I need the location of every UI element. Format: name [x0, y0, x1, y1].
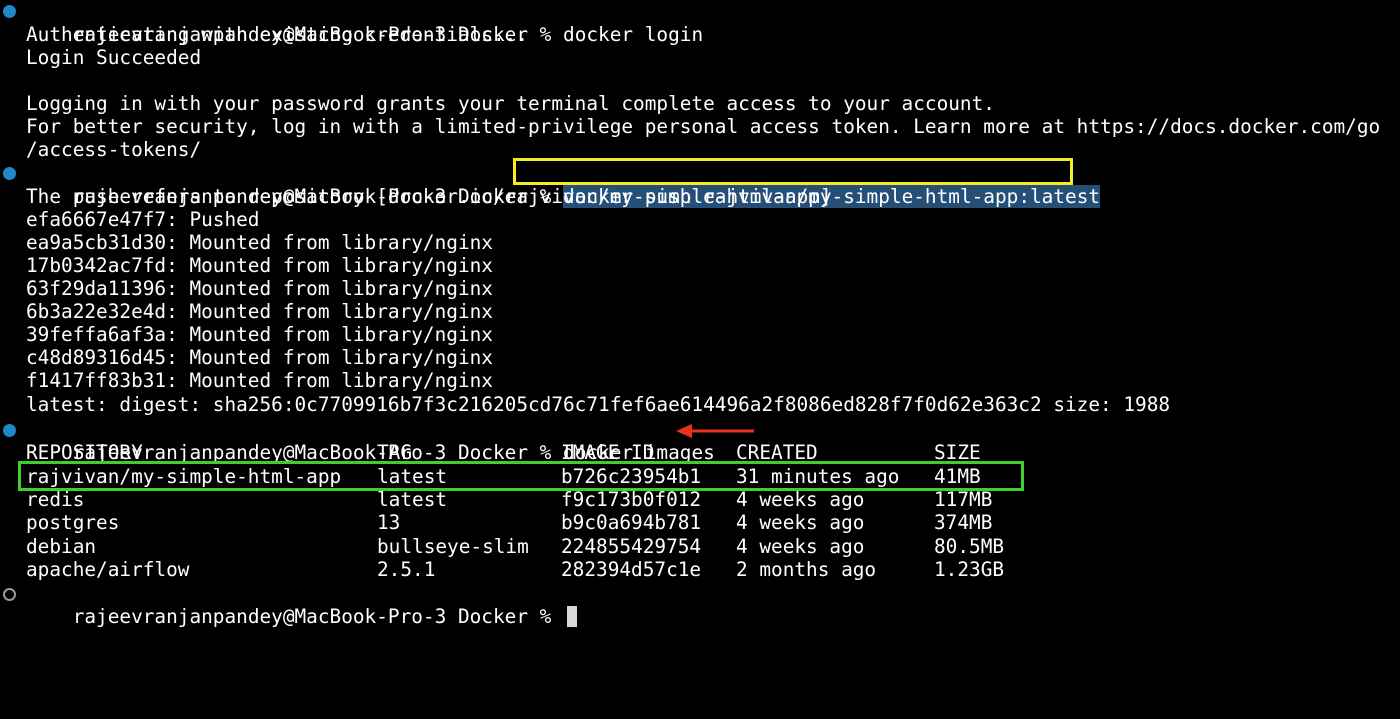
table-cell: latest	[377, 465, 448, 488]
table-cell: redis	[26, 488, 85, 511]
table-cell: 282394d57c1e	[561, 558, 702, 581]
output-line: 63f29da11396: Mounted from library/nginx	[26, 277, 493, 300]
table-row: debian bullseye-slim 224855429754 4 week…	[26, 535, 1004, 558]
prompt: rajeevranjanpandey@MacBook-Pro-3 Docker …	[72, 605, 564, 628]
table-cell: latest	[377, 488, 448, 511]
prompt-status-dot-icon	[3, 167, 16, 180]
output-line: f1417ff83b31: Mounted from library/nginx	[26, 369, 493, 392]
table-cell: 2 months ago	[736, 558, 877, 581]
table-row: postgres 13 b9c0a694b781 4 weeks ago 374…	[26, 511, 992, 534]
table-cell: 224855429754	[561, 535, 702, 558]
prompt-status-dot-icon	[3, 588, 16, 601]
output-line: The push refers to repository [docker.io…	[26, 185, 832, 208]
table-cell: postgres	[26, 511, 120, 534]
output-line: 6b3a22e32e4d: Mounted from library/nginx	[26, 300, 493, 323]
table-cell: f9c173b0f012	[561, 488, 702, 511]
table-cell: 374MB	[934, 511, 993, 534]
command-line-login: rajeevranjanpandey@MacBook-Pro-3 Docker …	[26, 0, 703, 46]
command-line-images: rajeevranjanpandey@MacBook-Pro-3 Docker …	[26, 418, 715, 464]
output-line: Authenticating with existing credentials…	[26, 23, 528, 46]
table-cell: 4 weeks ago	[736, 535, 865, 558]
output-line: For better security, log in with a limit…	[26, 115, 1381, 138]
command-line-current[interactable]: rajeevranjanpandey@MacBook-Pro-3 Docker …	[26, 582, 578, 628]
table-row: rajvivan/my-simple-html-app latest b726c…	[26, 465, 981, 488]
table-cell: b726c23954b1	[561, 465, 702, 488]
prompt-status-dot-icon	[3, 424, 16, 437]
prompt-status-dot-icon	[3, 5, 16, 18]
table-cell: apache/airflow	[26, 558, 190, 581]
table-cell: 80.5MB	[934, 535, 1005, 558]
output-line: Login Succeeded	[26, 46, 202, 69]
table-cell: 4 weeks ago	[736, 488, 865, 511]
yellow-highlight-box	[513, 158, 1073, 185]
table-cell: b9c0a694b781	[561, 511, 702, 534]
output-line: Logging in with your password grants you…	[26, 92, 995, 115]
red-arrow-icon	[676, 424, 754, 438]
output-line: efa6667e47f7: Pushed	[26, 208, 260, 231]
output-line: latest: digest: sha256:0c7709916b7f3c216…	[26, 393, 1171, 416]
output-line: ea9a5cb31d30: Mounted from library/nginx	[26, 231, 493, 254]
table-cell: 41MB	[934, 465, 981, 488]
table-cell: 13	[377, 511, 401, 534]
terminal-window[interactable]: rajeevranjanpandey@MacBook-Pro-3 Docker …	[0, 0, 1400, 628]
table-cell: 1.23GB	[934, 558, 1005, 581]
command-text: docker login	[563, 23, 704, 46]
table-cell: 4 weeks ago	[736, 511, 865, 534]
output-line: 17b0342ac7fd: Mounted from library/nginx	[26, 254, 493, 277]
table-cell: rajvivan/my-simple-html-app	[26, 465, 342, 488]
output-line: /access-tokens/	[26, 138, 202, 161]
text-cursor[interactable]	[567, 606, 578, 627]
table-row: redis latest f9c173b0f012 4 weeks ago 11…	[26, 488, 992, 511]
table-cell: debian	[26, 535, 97, 558]
table-cell: bullseye-slim	[377, 535, 529, 558]
table-cell: 117MB	[934, 488, 993, 511]
output-line: c48d89316d45: Mounted from library/nginx	[26, 346, 493, 369]
table-cell: 31 minutes ago	[736, 465, 900, 488]
table-cell: 2.5.1	[377, 558, 436, 581]
table-row: apache/airflow 2.5.1 282394d57c1e 2 mont…	[26, 558, 1004, 581]
output-line: 39feffa6af3a: Mounted from library/nginx	[26, 323, 493, 346]
